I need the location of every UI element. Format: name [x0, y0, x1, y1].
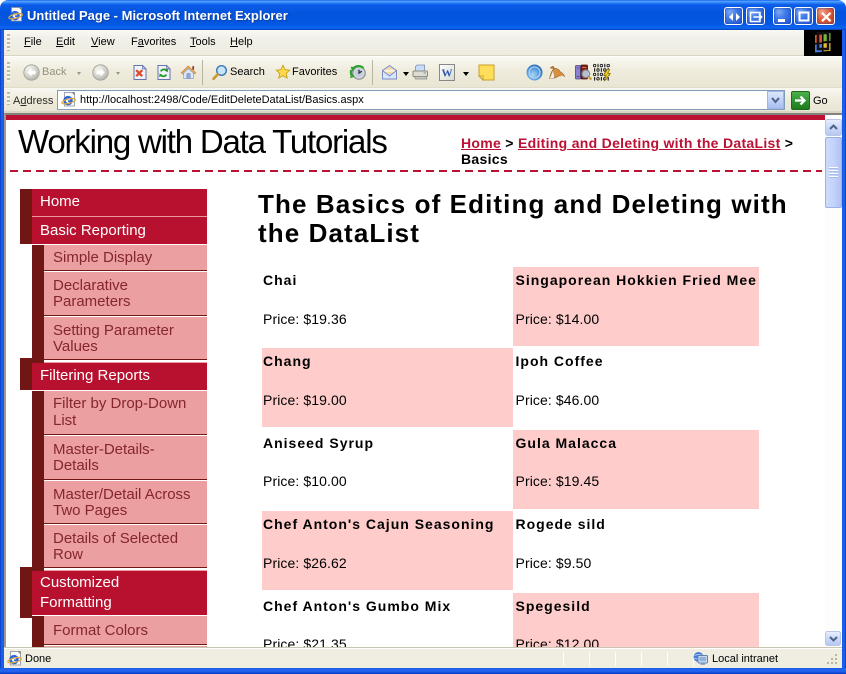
svg-text:W: W — [442, 68, 453, 80]
